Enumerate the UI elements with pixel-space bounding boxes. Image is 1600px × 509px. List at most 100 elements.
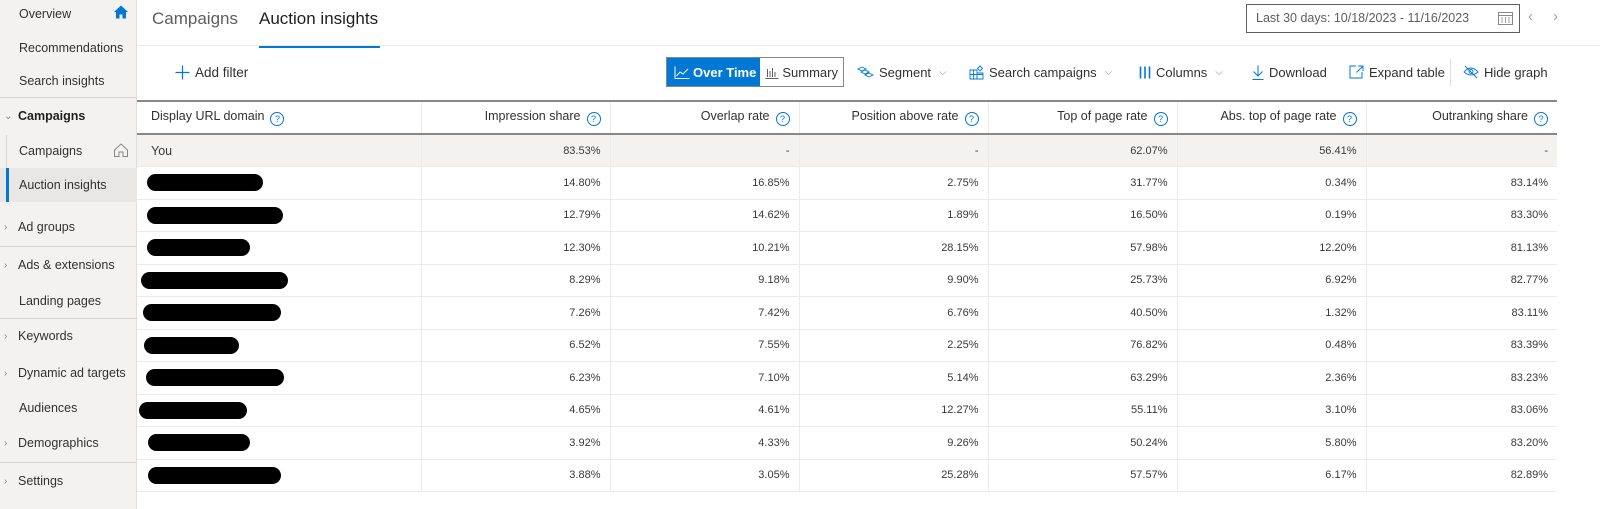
column-header-abs-top-of-page-rate[interactable]: Abs. top of page rate? bbox=[1177, 100, 1367, 135]
table-row[interactable]: 3.92% 4.33% 9.26% 50.24% 5.80% 83.20% bbox=[137, 426, 1557, 460]
expand-table-button[interactable]: Expand table bbox=[1349, 57, 1445, 87]
sidebar-group-ads-extensions[interactable]: › Ads & extensions bbox=[0, 248, 137, 282]
cell-position-above-rate: 28.15% bbox=[799, 231, 989, 265]
cell-abs-top-of-page-rate: 0.34% bbox=[1177, 166, 1367, 200]
cell-position-above-rate: 9.26% bbox=[799, 426, 989, 460]
cell-impression-share: 4.65% bbox=[421, 394, 611, 427]
sidebar-item-search-insights[interactable]: Search insights bbox=[0, 64, 137, 98]
sidebar-group-demographics[interactable]: › Demographics bbox=[0, 426, 137, 460]
column-header-position-above-rate[interactable]: Position above rate? bbox=[799, 100, 989, 135]
chevron-down-icon: ⌵ bbox=[939, 66, 947, 78]
cell-impression-share: 3.92% bbox=[421, 426, 611, 460]
add-filter-button[interactable]: Add filter bbox=[175, 57, 248, 87]
help-icon[interactable]: ? bbox=[1153, 112, 1168, 126]
column-header-display-url-domain[interactable]: Display URL domain? bbox=[137, 100, 422, 135]
tab-auction-insights[interactable]: Auction insights bbox=[259, 8, 381, 48]
cell-overlap-rate: 7.10% bbox=[610, 361, 800, 395]
cell-display-url-domain bbox=[137, 426, 422, 460]
cell-display-url-domain bbox=[137, 231, 422, 265]
download-button[interactable]: Download bbox=[1252, 57, 1327, 87]
sidebar-item-auction-insights[interactable]: Auction insights bbox=[0, 168, 137, 202]
cell-impression-share: 3.88% bbox=[421, 459, 611, 492]
segment-label: Segment bbox=[879, 64, 932, 80]
cell-abs-top-of-page-rate: 0.19% bbox=[1177, 199, 1367, 232]
redacted-domain bbox=[146, 369, 284, 387]
table-row[interactable]: 8.29% 9.18% 9.90% 25.73% 6.92% 82.77% bbox=[137, 264, 1557, 297]
column-header-top-of-page-rate[interactable]: Top of page rate? bbox=[988, 100, 1178, 135]
hide-graph-button[interactable]: Hide graph bbox=[1463, 57, 1548, 87]
add-filter-label: Add filter bbox=[195, 64, 249, 80]
cell-outranking-share: - bbox=[1366, 134, 1557, 167]
sidebar-item-landing-pages[interactable]: Landing pages bbox=[0, 284, 137, 318]
help-icon[interactable]: ? bbox=[270, 112, 285, 126]
sidebar-group-dynamic-ad-targets[interactable]: › Dynamic ad targets bbox=[0, 356, 137, 390]
help-icon[interactable]: ? bbox=[775, 112, 790, 126]
cell-position-above-rate: 25.28% bbox=[799, 459, 989, 492]
table-row[interactable]: 12.79% 14.62% 1.89% 16.50% 0.19% 83.30% bbox=[137, 199, 1557, 232]
help-icon[interactable]: ? bbox=[1342, 112, 1357, 126]
cell-overlap-rate: - bbox=[610, 134, 800, 167]
sidebar-group-keywords[interactable]: › Keywords bbox=[0, 319, 137, 353]
sidebar-item-label: Campaigns bbox=[18, 109, 86, 123]
sidebar-item-campaigns[interactable]: Campaigns bbox=[0, 134, 137, 168]
cell-display-url-domain bbox=[137, 264, 422, 297]
chevron-right-icon: › bbox=[4, 330, 8, 342]
previous-period-button[interactable]: ‹ bbox=[1528, 8, 1533, 25]
table-row[interactable]: 4.65% 4.61% 12.27% 55.11% 3.10% 83.06% bbox=[137, 394, 1557, 427]
segment-dropdown[interactable]: Segment ⌵ bbox=[857, 57, 947, 87]
table-row[interactable]: 14.80% 16.85% 2.75% 31.77% 0.34% 83.14% bbox=[137, 166, 1557, 200]
cell-impression-share: 12.79% bbox=[421, 199, 611, 232]
sidebar-item-audiences[interactable]: Audiences bbox=[0, 391, 137, 425]
chevron-right-icon: › bbox=[4, 221, 8, 233]
search-campaigns-dropdown[interactable]: Search campaigns ⌵ bbox=[969, 57, 1112, 87]
date-range-picker[interactable]: Last 30 days: 10/18/2023 - 11/16/2023 bbox=[1246, 4, 1520, 33]
chevron-right-icon: › bbox=[4, 367, 8, 379]
help-icon[interactable]: ? bbox=[964, 112, 979, 126]
cell-overlap-rate: 4.33% bbox=[610, 426, 800, 460]
table-row[interactable]: 7.26% 7.42% 6.76% 40.50% 1.32% 83.11% bbox=[137, 296, 1557, 330]
redacted-domain bbox=[147, 206, 283, 224]
cell-top-of-page-rate: 76.82% bbox=[988, 329, 1178, 362]
cell-abs-top-of-page-rate: 0.48% bbox=[1177, 329, 1367, 362]
sidebar-group-settings[interactable]: › Settings bbox=[0, 464, 137, 498]
column-header-overlap-rate[interactable]: Overlap rate? bbox=[610, 100, 800, 135]
cell-position-above-rate: 9.90% bbox=[799, 264, 989, 297]
summary-button[interactable]: Summary bbox=[760, 58, 843, 86]
cell-display-url-domain bbox=[137, 329, 422, 362]
columns-label: Columns bbox=[1156, 64, 1208, 80]
cell-outranking-share: 82.89% bbox=[1366, 459, 1557, 492]
view-toggle: Over Time Summary bbox=[666, 57, 844, 87]
download-icon bbox=[1252, 65, 1264, 80]
table-row[interactable]: 3.88% 3.05% 25.28% 57.57% 6.17% 82.89% bbox=[137, 459, 1557, 492]
home-filled-icon[interactable] bbox=[113, 4, 129, 20]
expand-icon bbox=[1349, 65, 1364, 79]
help-icon[interactable]: ? bbox=[586, 112, 601, 126]
sidebar-group-ad-groups[interactable]: › Ad groups bbox=[0, 210, 137, 244]
table-row-you[interactable]: You 83.53% - -62.07% 56.41% - bbox=[137, 134, 1557, 167]
sidebar-group-campaigns[interactable]: ⌄ Campaigns bbox=[0, 99, 137, 133]
next-period-button[interactable]: › bbox=[1553, 8, 1558, 25]
cell-top-of-page-rate: 25.73% bbox=[988, 264, 1178, 297]
help-icon[interactable]: ? bbox=[1534, 112, 1548, 126]
columns-dropdown[interactable]: Columns ⌵ bbox=[1139, 57, 1223, 87]
cell-display-url-domain bbox=[137, 459, 422, 492]
column-header-impression-share[interactable]: Impression share? bbox=[421, 100, 611, 135]
table-row[interactable]: 6.52% 7.55% 2.25% 76.82% 0.48% 83.39% bbox=[137, 329, 1557, 362]
search-campaigns-label: Search campaigns bbox=[989, 64, 1097, 80]
column-header-outranking-share[interactable]: Outranking share? bbox=[1366, 100, 1557, 135]
cell-display-url-domain bbox=[137, 296, 422, 330]
column-header-label: Position above rate bbox=[851, 109, 959, 123]
tab-campaigns[interactable]: Campaigns bbox=[152, 8, 238, 46]
cell-outranking-share: 83.20% bbox=[1366, 426, 1557, 460]
cell-top-of-page-rate: 50.24% bbox=[988, 426, 1178, 460]
cell-abs-top-of-page-rate: 1.32% bbox=[1177, 296, 1367, 330]
sidebar-item-recommendations[interactable]: Recommendations bbox=[0, 31, 137, 65]
cell-abs-top-of-page-rate: 6.17% bbox=[1177, 459, 1367, 492]
table-row[interactable]: 6.23% 7.10% 5.14% 63.29% 2.36% 83.23% bbox=[137, 361, 1557, 395]
sidebar-item-overview[interactable]: Overview bbox=[0, 0, 137, 31]
over-time-button[interactable]: Over Time bbox=[667, 58, 761, 86]
cell-overlap-rate: 3.05% bbox=[610, 459, 800, 492]
table-row[interactable]: 12.30% 10.21% 28.15% 57.98% 12.20% 81.13% bbox=[137, 231, 1557, 265]
home-outline-icon[interactable] bbox=[113, 142, 129, 158]
sidebar-divider bbox=[0, 97, 137, 98]
